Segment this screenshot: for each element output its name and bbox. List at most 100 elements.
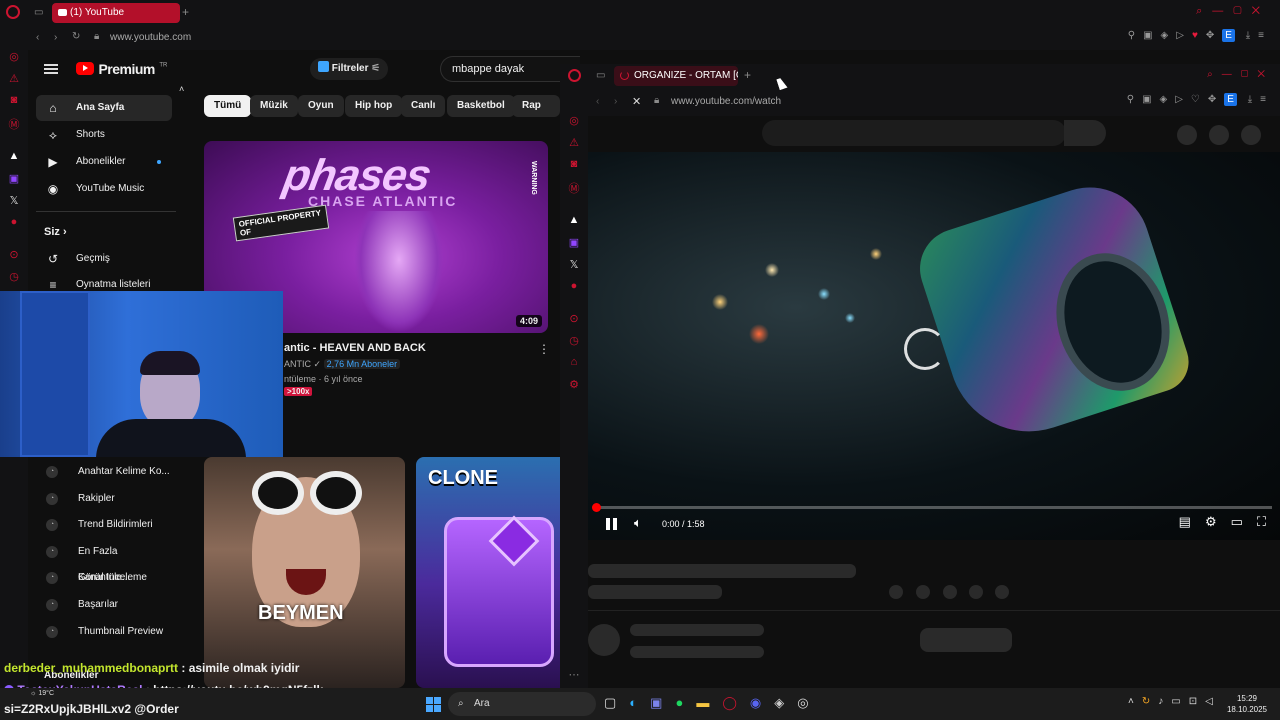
ext-item[interactable]: ◔ Başarılar — [36, 592, 172, 618]
close-icon[interactable]: ✕ — [1252, 5, 1270, 17]
nav-you-section[interactable]: Siz › — [44, 226, 67, 238]
sync-icon[interactable]: ↻ — [1142, 696, 1158, 707]
sidebar-mail-icon[interactable]: Ⓜ — [560, 180, 588, 196]
sidebar-more-icon[interactable]: ⋯ — [560, 668, 588, 681]
sidebar-history-icon[interactable]: ◷ — [560, 334, 588, 347]
url-field[interactable]: www.youtube.com — [110, 32, 191, 43]
microphone-icon[interactable]: ♪ — [1158, 696, 1171, 707]
play-icon[interactable]: ▷ — [1176, 30, 1192, 41]
stop-loading-icon[interactable]: ✕ — [632, 95, 641, 108]
extensions-icon[interactable]: ✥ — [1206, 30, 1222, 41]
pause-button[interactable] — [605, 517, 619, 531]
chip-rap[interactable]: Rap yapm — [512, 95, 560, 117]
video-title[interactable]: antic - HEAVEN AND BACK — [284, 342, 426, 354]
pin-icon[interactable]: ⚲ — [1127, 94, 1142, 105]
sidebar-aria-icon[interactable]: ▲ — [0, 150, 28, 162]
new-tab-button[interactable]: + — [182, 5, 189, 19]
minimize-icon[interactable]: — — [1222, 69, 1241, 80]
nav-history[interactable]: ↺ Geçmiş — [36, 246, 172, 272]
shield-icon[interactable]: ◈ — [1161, 30, 1177, 41]
pin-icon[interactable]: ⚲ — [1128, 30, 1143, 41]
sidebar-bag-icon[interactable]: ⚠ — [560, 136, 588, 149]
video-player[interactable]: 🔈︎ 0:00 / 1:58 ▤⚙▭⛶ — [588, 152, 1280, 540]
tab-youtube[interactable]: (1) YouTube — [52, 3, 180, 23]
extension-e-icon[interactable]: E — [1224, 93, 1237, 106]
sidebar-speed-dial-icon[interactable]: ◎ — [0, 50, 28, 63]
sidebar-instagram-icon[interactable]: ◙ — [560, 158, 588, 170]
youtube-logo[interactable]: Premium TR — [76, 60, 167, 78]
taskbar-search[interactable]: ⌕ Ara — [448, 692, 596, 716]
url-field[interactable]: www.youtube.com/watch — [671, 96, 781, 107]
new-tab-button[interactable]: + — [744, 68, 751, 82]
tab-organize[interactable]: ORGANIZE - ORTAM [OFF — [614, 66, 738, 86]
ext-item[interactable]: ◔ Kanal Inceleme — [36, 565, 172, 591]
nav-home[interactable]: ⌂ Ana Sayfa — [36, 95, 172, 121]
minimize-icon[interactable]: — — [1212, 5, 1233, 17]
sidebar-youtube-icon[interactable]: ● — [560, 280, 588, 292]
obs-icon[interactable]: ◎ — [797, 695, 821, 710]
sidebar-player-icon[interactable]: ⊙ — [0, 248, 28, 261]
ext-item[interactable]: ◔ En Fazla Görüntüle... — [36, 539, 172, 583]
search-icon[interactable]: ⌕ — [1196, 5, 1212, 17]
menu-icon[interactable]: ≡ — [1258, 30, 1272, 41]
app-icon[interactable]: ◈ — [774, 695, 797, 710]
channel-row[interactable]: ANTIC ✓ 2,76 Mn Aboneler — [284, 359, 401, 370]
short-thumbnail[interactable]: CLONE — [416, 457, 560, 688]
edge-icon[interactable]: ◐ — [629, 695, 650, 710]
settings-icon[interactable]: ⚙ — [1205, 514, 1231, 529]
weather-widget[interactable]: ☼ 19°C — [30, 690, 54, 697]
sidebar-instagram-icon[interactable]: ◙ — [0, 94, 28, 106]
chip-live[interactable]: Canlı — [401, 95, 446, 117]
theater-mode-icon[interactable]: ▭ — [1231, 514, 1257, 529]
filters-button[interactable]: Filtreler ⚟ — [310, 58, 389, 80]
snapshot-icon[interactable]: ▣ — [1142, 94, 1159, 105]
opera-logo-icon[interactable] — [6, 5, 20, 19]
chevron-up-icon[interactable]: ˄ — [1128, 696, 1142, 707]
extensions-icon[interactable]: ✥ — [1208, 94, 1224, 105]
collapse-chevron-icon[interactable]: ˄ — [179, 84, 184, 94]
heart-icon[interactable]: ♥ — [1192, 30, 1206, 41]
progress-bar[interactable] — [592, 503, 1272, 512]
chip-music[interactable]: Müzik — [250, 95, 298, 117]
opera-logo-icon[interactable] — [568, 69, 581, 82]
tab-menu-icon[interactable]: ▭ — [34, 7, 43, 18]
sidebar-bag-icon[interactable]: ⚠ — [0, 72, 28, 85]
start-button[interactable] — [426, 697, 441, 712]
task-view-icon[interactable]: ▢ — [604, 695, 629, 710]
back-icon[interactable]: ‹ — [596, 96, 599, 107]
download-icon[interactable]: ⤓ — [1248, 94, 1260, 105]
back-icon[interactable]: ‹ — [36, 32, 39, 43]
snapshot-icon[interactable]: ▣ — [1143, 30, 1160, 41]
sidebar-mail-icon[interactable]: Ⓜ — [0, 116, 28, 132]
nav-subscriptions[interactable]: ▶ Abonelikler — [36, 149, 172, 175]
fullscreen-icon[interactable]: ⛶ — [1257, 514, 1266, 529]
close-icon[interactable]: ✕ — [1257, 69, 1274, 80]
display-icon[interactable]: ▭ — [1171, 696, 1188, 707]
chip-gaming[interactable]: Oyun — [298, 95, 344, 117]
extension-e-icon[interactable]: E — [1222, 29, 1235, 42]
progress-scrubber[interactable] — [592, 503, 601, 512]
file-explorer-icon[interactable]: ▬ — [696, 695, 722, 710]
volume-icon[interactable]: 🔈︎ — [634, 515, 642, 531]
ext-item[interactable]: ◔ Anahtar Kelime Ko... — [36, 459, 172, 485]
teams-icon[interactable]: ▣ — [650, 695, 675, 710]
maximize-icon[interactable]: ▢ — [1233, 5, 1251, 17]
sidebar-x-icon[interactable]: 𝕏 — [560, 258, 588, 271]
maximize-icon[interactable]: ▢ — [1241, 69, 1258, 80]
ext-item[interactable]: ◔ Thumbnail Preview — [36, 619, 172, 645]
short-thumbnail[interactable]: BEYMEN — [204, 457, 405, 688]
subtitles-icon[interactable]: ▤ — [1179, 514, 1205, 529]
sidebar-settings-icon[interactable]: ⚙ — [560, 378, 588, 391]
ext-item[interactable]: ◔ Trend Bildirimleri — [36, 512, 172, 538]
chip-basketball[interactable]: Basketbol — [447, 95, 515, 117]
chip-hiphop[interactable]: Hip hop — [345, 95, 403, 117]
shield-icon[interactable]: ◈ — [1160, 94, 1176, 105]
forward-icon[interactable]: › — [614, 96, 617, 107]
opera-gx-icon[interactable]: ◯ — [722, 695, 750, 710]
search-icon[interactable]: ⌕ — [1207, 69, 1222, 80]
nav-shorts[interactable]: ⟡ Shorts — [36, 122, 172, 148]
nav-music[interactable]: ◉ YouTube Music — [36, 176, 172, 202]
sidebar-twitch-icon[interactable]: ▣ — [0, 172, 28, 185]
hamburger-menu-icon[interactable] — [44, 62, 58, 76]
menu-icon[interactable]: ≡ — [1260, 94, 1274, 105]
